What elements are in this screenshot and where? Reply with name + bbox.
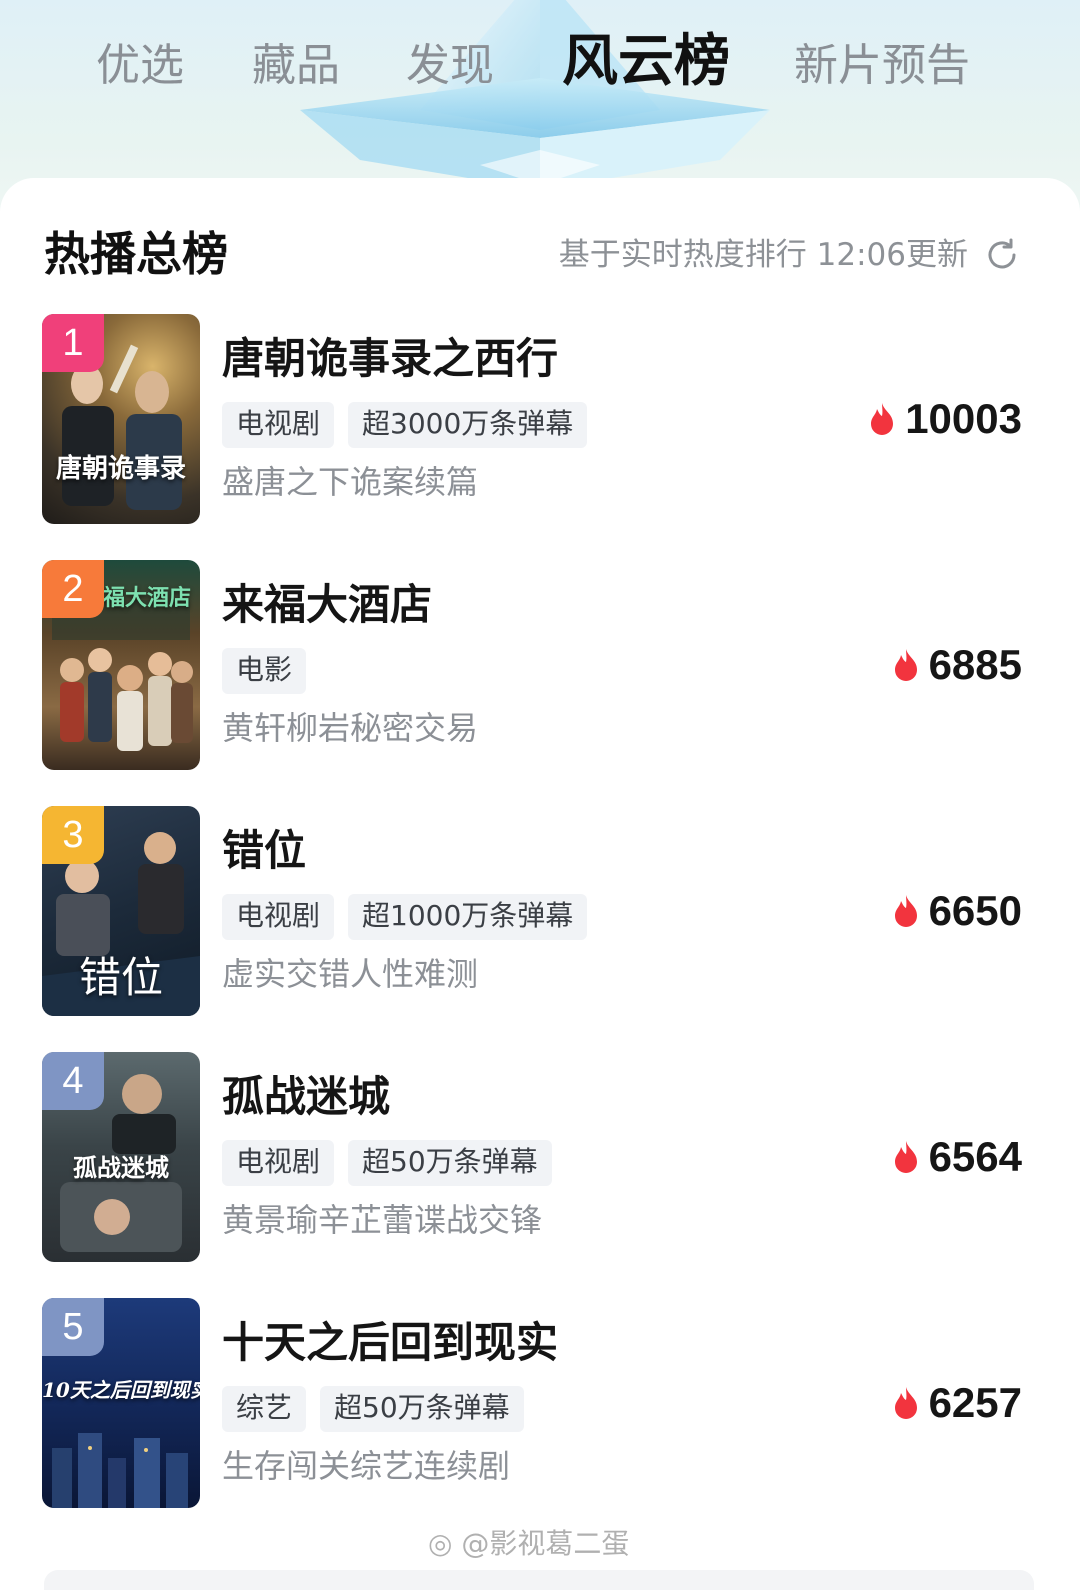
flame-icon [894, 1141, 917, 1173]
flame-icon [894, 649, 917, 681]
tag-type: 综艺 [222, 1386, 307, 1432]
poster-title-text: 10天之后回到现实 [42, 1378, 200, 1402]
item-description: 生存闯关综艺连续剧 [222, 1447, 511, 1485]
tag-list: 电视剧 超3000万条弹幕 [222, 402, 601, 448]
tag-list: 电视剧 超50万条弹幕 [222, 1140, 566, 1186]
poster-image[interactable]: 10天之后回到现实 5 [42, 1298, 200, 1508]
rank-badge: 2 [42, 560, 104, 618]
watermark: ◎ @影视葛二蛋 [428, 1524, 629, 1564]
heat-score-value: 6650 [928, 887, 1022, 934]
tab-xinpian-yugao[interactable]: 新片预告 [794, 28, 970, 104]
ranking-card: 热播总榜 基于实时热度排行 12:06更新 唐朝诡事录 1 唐朝诡事录之西行 电… [0, 178, 1080, 1590]
tab-cangpin[interactable]: 藏品 [252, 28, 340, 104]
update-text: 基于实时热度排行 12:06更新 [558, 237, 968, 273]
tag-danmaku: 超50万条弹幕 [348, 1140, 552, 1186]
list-item[interactable]: 孤战迷城 4 孤战迷城 电视剧 超50万条弹幕 黄景瑜辛芷蕾谍战交锋 6564 [0, 1052, 1080, 1264]
heat-score-value: 6257 [928, 1379, 1022, 1426]
top-tab-bar: 优选 藏品 发现 风云榜 新片预告 [0, 28, 1080, 118]
tag-list: 综艺 超50万条弹幕 [222, 1386, 538, 1432]
item-title[interactable]: 来福大酒店 [222, 576, 432, 634]
poster-image[interactable]: 孤战迷城 4 [42, 1052, 200, 1262]
item-description: 黄轩柳岩秘密交易 [222, 709, 479, 747]
heat-score: 6650 [891, 886, 1022, 936]
heat-score: 6885 [891, 640, 1022, 690]
tag-type: 电视剧 [222, 1140, 335, 1186]
poster-image[interactable]: 错位 3 [42, 806, 200, 1016]
tag-danmaku: 超1000万条弹幕 [348, 894, 588, 940]
item-description: 盛唐之下诡案续篇 [222, 463, 479, 501]
tab-youxuan[interactable]: 优选 [96, 28, 184, 104]
list-item[interactable]: 来福大酒店 2 来福大酒店 电影 黄轩柳岩秘密交易 6885 [0, 560, 1080, 772]
tag-type: 电视剧 [222, 894, 335, 940]
tag-danmaku: 超3000万条弹幕 [348, 402, 588, 448]
heat-score: 6564 [891, 1132, 1022, 1182]
tab-faxian[interactable]: 发现 [406, 28, 494, 104]
flame-icon [894, 895, 917, 927]
tab-fengyunbang[interactable]: 风云榜 [562, 24, 730, 100]
poster-title-text: 唐朝诡事录 [55, 454, 186, 484]
heat-score-value: 10003 [905, 395, 1022, 442]
update-info: 基于实时热度排行 12:06更新 [559, 234, 1020, 276]
heat-score: 6257 [891, 1378, 1022, 1428]
tag-list: 电影 [222, 648, 320, 694]
poster-image[interactable]: 来福大酒店 2 [42, 560, 200, 770]
item-description: 虚实交错人性难测 [222, 955, 479, 993]
item-title[interactable]: 十天之后回到现实 [222, 1314, 558, 1372]
watermark-text: @影视葛二蛋 [461, 1527, 630, 1560]
tag-type: 电视剧 [222, 402, 335, 448]
rank-badge: 4 [42, 1052, 104, 1110]
heat-score-value: 6564 [928, 1133, 1022, 1180]
tag-danmaku: 超50万条弹幕 [320, 1386, 524, 1432]
flame-icon [894, 1387, 917, 1419]
next-card-edge [44, 1570, 1034, 1590]
item-description: 黄景瑜辛芷蕾谍战交锋 [222, 1201, 543, 1239]
tag-type: 电影 [222, 648, 307, 694]
heat-score: 10003 [867, 394, 1022, 444]
poster-title-text: 错位 [78, 953, 163, 1002]
rank-badge: 3 [42, 806, 104, 864]
item-title[interactable]: 孤战迷城 [222, 1068, 390, 1126]
list-item[interactable]: 10天之后回到现实 5 十天之后回到现实 综艺 超50万条弹幕 生存闯关综艺连续… [0, 1298, 1080, 1510]
list-item[interactable]: 唐朝诡事录 1 唐朝诡事录之西行 电视剧 超3000万条弹幕 盛唐之下诡案续篇 … [0, 314, 1080, 526]
refresh-icon[interactable] [984, 237, 1020, 273]
heat-score-value: 6885 [928, 641, 1022, 688]
item-title[interactable]: 错位 [222, 822, 306, 880]
rank-badge: 1 [42, 314, 104, 372]
item-title[interactable]: 唐朝诡事录之西行 [222, 330, 558, 388]
poster-title-text: 孤战迷城 [73, 1153, 169, 1182]
list-item[interactable]: 错位 3 错位 电视剧 超1000万条弹幕 虚实交错人性难测 6650 [0, 806, 1080, 1018]
rank-badge: 5 [42, 1298, 104, 1356]
poster-image[interactable]: 唐朝诡事录 1 [42, 314, 200, 524]
flame-icon [871, 403, 894, 435]
tag-list: 电视剧 超1000万条弹幕 [222, 894, 601, 940]
weibo-icon: ◎ [428, 1527, 453, 1560]
board-title: 热播总榜 [44, 227, 228, 281]
